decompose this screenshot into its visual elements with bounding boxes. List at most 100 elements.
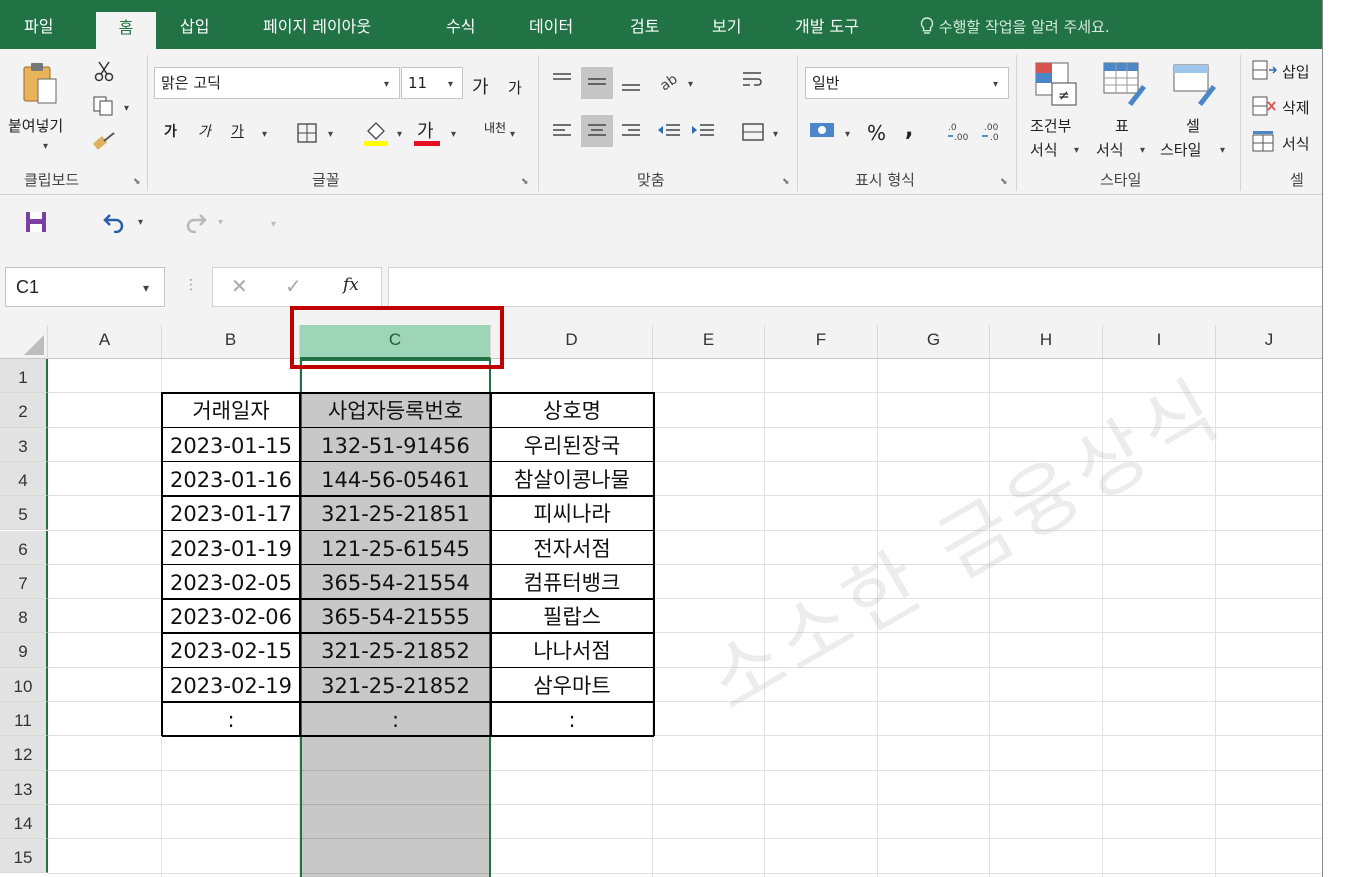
underline-button[interactable]: 가	[231, 121, 244, 141]
table-cell-bizno[interactable]: :	[300, 702, 491, 736]
table-cell-name[interactable]: 컴퓨터뱅크	[491, 565, 653, 599]
row-header-5[interactable]: 5	[0, 496, 48, 531]
format-as-table-dropdown-icon[interactable]: ▾	[1140, 145, 1145, 156]
copy-icon[interactable]	[92, 95, 116, 121]
merge-dropdown-icon[interactable]: ▾	[773, 129, 778, 140]
insert-cells-label[interactable]: 삽입	[1282, 61, 1310, 82]
column-header-e[interactable]: E	[653, 325, 765, 359]
conditional-formatting-icon[interactable]: ≠	[1034, 61, 1080, 111]
align-left-icon[interactable]	[551, 121, 573, 147]
paste-label[interactable]: 붙여넣기	[8, 115, 63, 136]
column-header-b[interactable]: B	[162, 325, 300, 359]
font-color-dropdown-icon[interactable]: ▾	[451, 129, 456, 140]
tab-page-layout[interactable]: 페이지 레이아웃	[263, 14, 371, 40]
row-header-4[interactable]: 4	[0, 461, 48, 497]
font-size-dropdown-icon[interactable]: ▾	[448, 79, 453, 90]
wrap-text-icon[interactable]	[741, 69, 765, 97]
row-header-7[interactable]: 7	[0, 564, 48, 600]
borders-icon[interactable]	[297, 123, 317, 147]
cell-styles-dropdown-icon[interactable]: ▾	[1220, 145, 1225, 156]
delete-cells-icon[interactable]	[1251, 95, 1277, 121]
font-size-select[interactable]: 11	[401, 67, 463, 99]
grow-font-button[interactable]: 가	[472, 73, 489, 99]
accounting-dropdown-icon[interactable]: ▾	[845, 129, 850, 140]
conditional-formatting-dropdown-icon[interactable]: ▾	[1074, 145, 1079, 156]
row-header-2[interactable]: 2	[0, 393, 48, 428]
tab-insert[interactable]: 삽입	[180, 14, 209, 40]
table-cell-bizno[interactable]: 321-25-21852	[300, 668, 491, 702]
increase-indent-icon[interactable]	[690, 121, 716, 147]
align-center-icon[interactable]	[586, 121, 608, 147]
align-bottom-icon[interactable]	[620, 71, 642, 97]
table-cell-date[interactable]: 2023-02-15	[162, 633, 300, 667]
table-cell-name[interactable]: :	[491, 702, 653, 736]
percent-button[interactable]: %	[867, 121, 886, 145]
table-cell-date[interactable]: 2023-01-15	[162, 428, 300, 462]
increase-decimal-icon[interactable]: .0.00	[946, 119, 972, 147]
undo-icon[interactable]	[102, 211, 128, 237]
row-header-10[interactable]: 10	[0, 667, 48, 702]
borders-dropdown-icon[interactable]: ▾	[328, 129, 333, 140]
row-header-3[interactable]: 3	[0, 427, 48, 462]
column-header-h[interactable]: H	[990, 325, 1103, 359]
format-as-table-label-2[interactable]: 서식	[1096, 139, 1124, 160]
orientation-dropdown-icon[interactable]: ▾	[688, 79, 693, 90]
table-header-date[interactable]: 거래일자	[162, 393, 300, 427]
table-cell-bizno[interactable]: 365-54-21555	[300, 599, 491, 633]
customize-qat-icon[interactable]: ▾	[271, 219, 276, 230]
name-box-dropdown-icon[interactable]: ▾	[143, 281, 149, 295]
shrink-font-button[interactable]: 가	[508, 77, 522, 98]
alignment-launcher-icon[interactable]: ⬊	[782, 177, 790, 187]
row-header-9[interactable]: 9	[0, 633, 48, 668]
align-right-icon[interactable]	[620, 121, 642, 147]
row-header-11[interactable]: 11	[0, 702, 48, 737]
underline-dropdown-icon[interactable]: ▾	[262, 129, 267, 140]
table-cell-bizno[interactable]: 132-51-91456	[300, 428, 491, 462]
table-cell-date[interactable]: 2023-01-19	[162, 531, 300, 565]
table-cell-name[interactable]: 우리된장국	[491, 428, 653, 462]
formula-input[interactable]	[388, 267, 1322, 307]
copy-dropdown-icon[interactable]: ▾	[124, 103, 129, 114]
format-painter-icon[interactable]	[92, 129, 118, 157]
redo-icon[interactable]	[182, 211, 208, 237]
table-cell-name[interactable]: 참살이콩나물	[491, 462, 653, 496]
tab-review[interactable]: 검토	[630, 14, 659, 40]
worksheet-grid[interactable]: ABCDEFGHIJ 1 2 3 4 5 6 7 8 9 10 11 12 13 14 15 거래일자 사업자…	[0, 325, 1322, 877]
align-middle-icon[interactable]	[586, 71, 608, 97]
table-cell-date[interactable]: 2023-02-05	[162, 565, 300, 599]
align-top-icon[interactable]	[551, 71, 573, 97]
row-header-13[interactable]: 13	[0, 770, 48, 805]
column-header-a[interactable]: A	[48, 325, 162, 359]
table-header-name[interactable]: 상호명	[491, 393, 653, 427]
cell-styles-label-2[interactable]: 스타일	[1160, 139, 1201, 160]
table-cell-bizno[interactable]: 321-25-21852	[300, 633, 491, 667]
table-cell-name[interactable]: 전자서점	[491, 531, 653, 565]
format-cells-label[interactable]: 서식	[1282, 133, 1310, 154]
undo-dropdown-icon[interactable]: ▾	[138, 217, 143, 228]
table-cell-date[interactable]: 2023-01-16	[162, 462, 300, 496]
font-name-dropdown-icon[interactable]: ▾	[384, 79, 389, 90]
select-all-corner[interactable]	[0, 325, 48, 359]
table-cell-date[interactable]: 2023-02-06	[162, 599, 300, 633]
row-header-14[interactable]: 14	[0, 804, 48, 840]
formula-bar-splitter-icon[interactable]: ⋮	[184, 277, 198, 293]
phonetic-button[interactable]: 내천	[484, 119, 506, 136]
format-as-table-icon[interactable]	[1102, 61, 1148, 111]
phonetic-dropdown-icon[interactable]: ▾	[510, 129, 515, 140]
orientation-icon[interactable]: ab	[656, 69, 682, 97]
table-cell-date[interactable]: 2023-01-17	[162, 496, 300, 530]
table-cell-name[interactable]: 필랍스	[491, 599, 653, 633]
save-icon[interactable]	[25, 211, 47, 237]
cancel-icon[interactable]: ✕	[231, 274, 248, 298]
tab-view[interactable]: 보기	[712, 14, 741, 40]
number-format-dropdown-icon[interactable]: ▾	[993, 79, 998, 90]
clipboard-launcher-icon[interactable]: ⬊	[133, 177, 141, 187]
italic-button[interactable]: 가	[198, 121, 211, 141]
row-header-1[interactable]: 1	[0, 359, 48, 394]
table-cell-bizno[interactable]: 144-56-05461	[300, 462, 491, 496]
row-header-12[interactable]: 12	[0, 736, 48, 771]
column-header-f[interactable]: F	[765, 325, 878, 359]
table-cell-date[interactable]: :	[162, 702, 300, 736]
tab-data[interactable]: 데이터	[529, 14, 573, 40]
font-launcher-icon[interactable]: ⬊	[521, 177, 529, 187]
